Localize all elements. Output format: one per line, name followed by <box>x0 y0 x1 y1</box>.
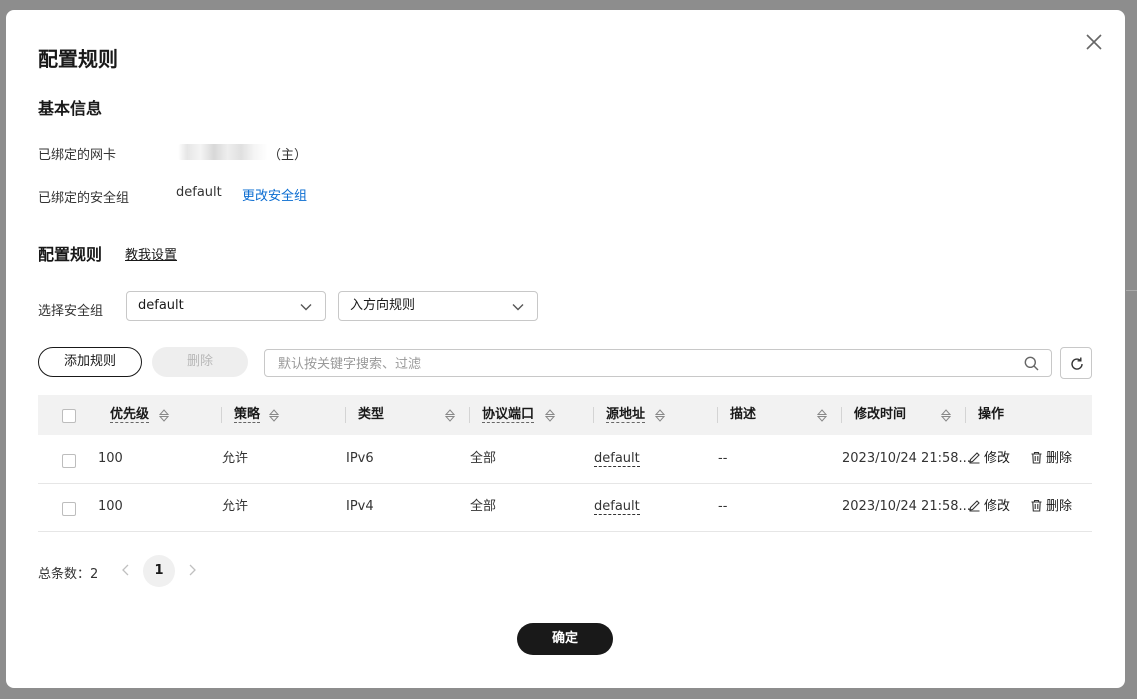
column-header-port[interactable]: 协议端口 <box>482 395 535 435</box>
cell-source[interactable]: default <box>594 435 640 483</box>
confirm-button[interactable]: 确定 <box>517 623 613 655</box>
edit-rule-button[interactable]: 修改 <box>968 483 1010 531</box>
column-separator <box>965 407 966 423</box>
change-security-group-link[interactable]: 更改安全组 <box>242 185 307 204</box>
cell-port: 全部 <box>470 499 497 514</box>
cell-policy: 允许 <box>222 499 249 514</box>
chevron-left-icon[interactable] <box>119 563 133 577</box>
sort-icon[interactable] <box>269 409 279 422</box>
row-checkbox[interactable] <box>62 454 76 468</box>
select-all-checkbox[interactable] <box>62 409 76 423</box>
security-group-select[interactable]: default <box>126 291 326 321</box>
close-icon[interactable] <box>1084 32 1104 52</box>
column-separator <box>841 407 842 423</box>
column-priority-label: 优先级 <box>110 407 150 423</box>
cell-port: 全部 <box>470 451 497 466</box>
source-link[interactable]: default <box>594 451 640 467</box>
delete-rule-button[interactable]: 删除 <box>1030 435 1072 483</box>
chevron-down-icon <box>512 304 524 311</box>
batch-delete-button: 删除 <box>152 347 248 377</box>
search-input[interactable] <box>276 350 1020 378</box>
column-policy-label: 策略 <box>234 407 261 423</box>
background-divider <box>1126 290 1137 291</box>
direction-select-value: 入方向规则 <box>350 298 416 313</box>
column-header-description[interactable]: 描述 <box>730 395 756 435</box>
trash-icon <box>1031 499 1042 512</box>
cell-source[interactable]: default <box>594 483 640 531</box>
source-link[interactable]: default <box>594 499 640 515</box>
column-header-policy[interactable]: 策略 <box>234 395 261 435</box>
nic-name-redacted <box>178 144 268 160</box>
rules-heading: 配置规则 <box>38 245 103 264</box>
trash-icon <box>1031 451 1042 464</box>
sort-icon[interactable] <box>817 409 827 422</box>
edit-icon <box>969 500 980 512</box>
edit-rule-button[interactable]: 修改 <box>968 435 1010 483</box>
edit-icon <box>969 452 980 464</box>
edit-label: 修改 <box>984 499 1011 514</box>
cell-type: IPv4 <box>346 499 374 514</box>
search-icon[interactable] <box>1024 356 1039 371</box>
basic-info-heading: 基本信息 <box>38 99 103 118</box>
cell-type: IPv6 <box>346 451 374 466</box>
column-header-modified-time[interactable]: 修改时间 <box>854 395 906 435</box>
bound-sg-value: default <box>176 185 222 200</box>
cell-modified-time: 2023/10/24 21:58... <box>842 451 971 466</box>
nic-primary-suffix: （主） <box>268 148 308 163</box>
chevron-right-icon[interactable] <box>185 563 199 577</box>
chevron-down-icon <box>300 304 312 311</box>
sort-icon[interactable] <box>655 409 665 422</box>
cell-modified-time: 2023/10/24 21:58... <box>842 499 971 514</box>
sort-icon[interactable] <box>941 409 951 422</box>
edit-label: 修改 <box>984 451 1011 466</box>
configure-rules-dialog: 配置规则 基本信息 已绑定的网卡 （主） 已绑定的安全组 default 更改安… <box>6 10 1125 688</box>
refresh-button[interactable] <box>1060 347 1092 379</box>
sort-icon[interactable] <box>545 409 555 422</box>
cell-description: -- <box>718 499 728 514</box>
column-header-source[interactable]: 源地址 <box>606 395 646 435</box>
delete-label: 删除 <box>1046 499 1073 514</box>
cell-description: -- <box>718 451 728 466</box>
select-sg-label: 选择安全组 <box>38 304 104 319</box>
cell-policy: 允许 <box>222 451 249 466</box>
column-separator <box>593 407 594 423</box>
help-setup-link[interactable]: 教我设置 <box>125 244 177 263</box>
direction-select[interactable]: 入方向规则 <box>338 291 538 321</box>
column-separator <box>345 407 346 423</box>
bound-nic-label: 已绑定的网卡 <box>38 148 117 163</box>
column-port-label: 协议端口 <box>482 407 535 423</box>
rules-table-header: 优先级 策略 类型 协议端口 源地址 描述 修改时间 操作 <box>38 395 1092 435</box>
bound-sg-label: 已绑定的安全组 <box>38 191 130 206</box>
cell-priority: 100 <box>98 499 123 514</box>
table-row: 100 允许 IPv6 全部 default -- 2023/10/24 21:… <box>38 435 1092 484</box>
total-count: 总条数：2 <box>38 567 99 582</box>
page-number-current[interactable]: 1 <box>143 555 175 587</box>
dialog-title: 配置规则 <box>38 47 118 71</box>
security-group-select-value: default <box>138 298 184 313</box>
sort-icon[interactable] <box>159 409 169 422</box>
column-separator <box>221 407 222 423</box>
delete-rule-button[interactable]: 删除 <box>1030 483 1072 531</box>
column-source-label: 源地址 <box>606 407 646 423</box>
column-header-priority[interactable]: 优先级 <box>110 395 150 435</box>
table-row: 100 允许 IPv4 全部 default -- 2023/10/24 21:… <box>38 483 1092 532</box>
delete-label: 删除 <box>1046 451 1073 466</box>
column-separator <box>717 407 718 423</box>
search-box <box>264 349 1052 378</box>
column-header-actions: 操作 <box>978 407 1005 422</box>
column-separator <box>469 407 470 423</box>
refresh-icon <box>1071 357 1083 370</box>
cell-priority: 100 <box>98 451 123 466</box>
add-rule-button[interactable]: 添加规则 <box>38 347 142 377</box>
column-header-type[interactable]: 类型 <box>358 395 384 435</box>
sort-icon[interactable] <box>445 409 455 422</box>
row-checkbox[interactable] <box>62 502 76 516</box>
